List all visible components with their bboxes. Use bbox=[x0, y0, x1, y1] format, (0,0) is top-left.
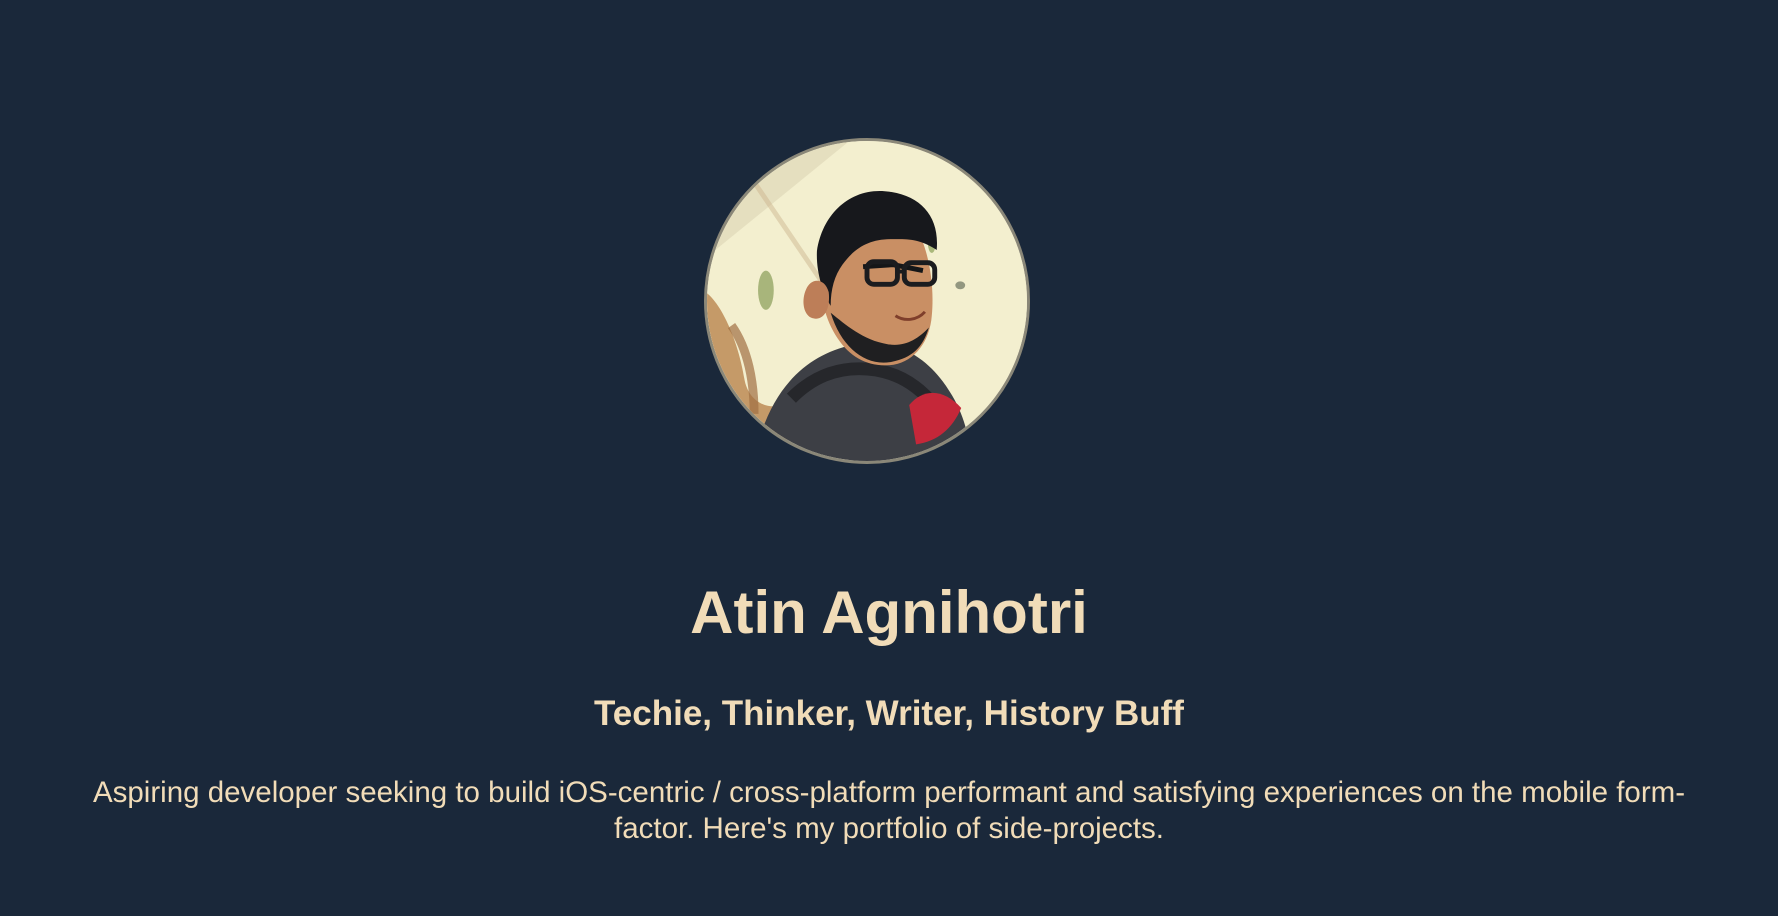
profile-bio: Aspiring developer seeking to build iOS-… bbox=[92, 776, 1686, 845]
profile-avatar bbox=[704, 138, 1030, 464]
profile-hero: Atin Agnihotri Techie, Thinker, Writer, … bbox=[0, 0, 1778, 916]
profile-tagline: Techie, Thinker, Writer, History Buff bbox=[594, 694, 1184, 733]
profile-name: Atin Agnihotri bbox=[690, 579, 1088, 646]
